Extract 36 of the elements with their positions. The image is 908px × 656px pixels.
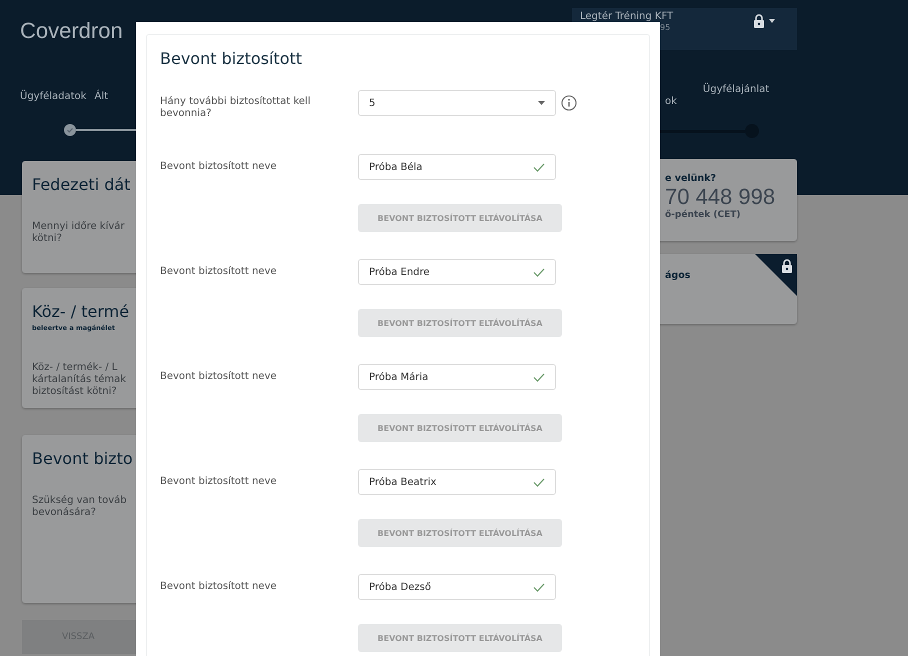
phone-number: 70 448 998: [665, 184, 776, 210]
account-name: Legtér Tréning KFT: [580, 10, 674, 23]
dropdown-caret-icon: [538, 101, 545, 105]
lock-icon: [753, 14, 765, 28]
card-title: ágos: [665, 270, 692, 281]
corner-lock-icon: [755, 254, 797, 296]
caret-icon: [769, 19, 775, 23]
field-label: Hány további biztosítottat kell bevonnia?: [160, 95, 312, 120]
section-title: Bevont bizto: [32, 449, 133, 469]
question-text: Mennyi időre kívár kötni?: [32, 221, 125, 245]
section-title: Fedezeti dát: [32, 175, 130, 195]
info-icon: [561, 95, 577, 111]
dialog-title: Bevont biztosított: [160, 48, 304, 70]
name-input[interactable]: Próba Mária: [358, 364, 556, 390]
step-label[interactable]: ok: [665, 80, 677, 120]
name-input[interactable]: Próba Beatrix: [358, 469, 556, 495]
count-dropdown[interactable]: 5: [358, 90, 556, 116]
opening-hours: ő-péntek (CET): [665, 210, 742, 220]
name-input[interactable]: Próba Endre: [358, 259, 556, 285]
account-id: 95: [659, 23, 672, 33]
field-label: Bevont biztosított neve: [160, 580, 278, 593]
field-label: Bevont biztosított neve: [160, 160, 278, 173]
step-label[interactable]: Ügyféladatok: [20, 90, 86, 104]
section-title: Köz- / termé: [32, 302, 130, 322]
step-label[interactable]: Ügyfélajánlat: [702, 80, 770, 120]
name-input[interactable]: Próba Dezső: [358, 574, 556, 600]
question-text: Köz- / termék- / L kártalanítás témak biztosítást kötni?: [32, 362, 126, 398]
completed-step-icon: [64, 124, 76, 136]
card-title: e velünk?: [665, 173, 717, 184]
app-logo-text: Coverdron: [20, 18, 124, 44]
field-label: Bevont biztosított neve: [160, 475, 278, 488]
step-label[interactable]: Ált: [94, 90, 108, 104]
field-label: Bevont biztosított neve: [160, 265, 278, 278]
field-label: Bevont biztosított neve: [160, 370, 278, 383]
question-text: Szükség van továb bevonására?: [32, 495, 127, 519]
name-input[interactable]: Próba Béla: [358, 154, 556, 180]
